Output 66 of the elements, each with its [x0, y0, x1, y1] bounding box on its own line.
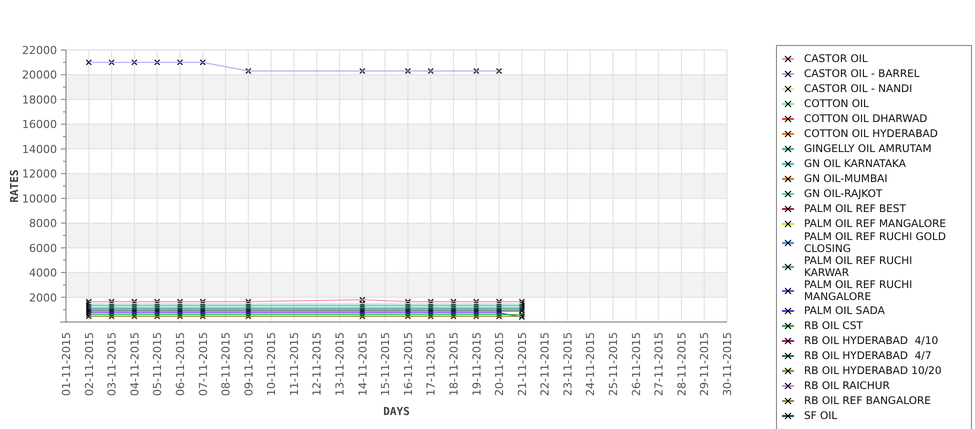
legend-label: PALM OIL SADA	[804, 304, 886, 316]
legend-label: PALM OIL REF RUCHI MANGALORE	[804, 279, 914, 303]
x-tick-label: 11-11-2015	[288, 332, 301, 396]
legend-label: GN OIL-RAJKOT	[804, 188, 884, 200]
x-tick-label: 06-11-2015	[174, 332, 187, 396]
x-tick-label: 15-11-2015	[379, 332, 392, 396]
x-tick-label: 03-11-2015	[106, 332, 119, 396]
x-tick-label: 02-11-2015	[82, 332, 96, 396]
x-tick-label: 22-11-2015	[538, 332, 552, 396]
legend-label: COTTON OIL	[804, 98, 870, 110]
x-tick-label: 21-11-2015	[516, 332, 529, 396]
x-tick-label: 14-11-2015	[356, 332, 370, 396]
legend-label: COTTON OIL DHARWAD	[804, 112, 928, 124]
x-tick-label: 07-11-2015	[196, 332, 210, 396]
y-tick-label: 8000	[29, 217, 57, 230]
y-tick-label: 6000	[29, 242, 57, 255]
x-tick-label: 29-11-2015	[698, 332, 712, 396]
x-tick-label: 13-11-2015	[334, 332, 347, 396]
x-tick-label: 08-11-2015	[220, 332, 233, 396]
x-tick-label: 09-11-2015	[242, 332, 256, 396]
x-tick-label: 18-11-2015	[447, 332, 460, 396]
x-tick-label: 20-11-2015	[493, 332, 506, 396]
x-tick-label: 01-11-2015	[60, 332, 73, 396]
x-tick-label: 12-11-2015	[310, 332, 324, 396]
legend-label: SF OIL	[804, 410, 838, 422]
legend-label: CASTOR OIL - NANDI	[804, 82, 914, 94]
legend-label: PALM OIL REF BEST	[804, 202, 907, 214]
x-tick-label: 27-11-2015	[652, 332, 666, 396]
legend-label: CASTOR OIL - BARREL	[804, 68, 921, 80]
x-tick-label: 23-11-2015	[561, 332, 574, 396]
y-tick-label: 12000	[22, 168, 57, 181]
x-tick-label: 30-11-2015	[721, 332, 734, 396]
legend-label: RB OIL REF BANGALORE	[804, 394, 932, 406]
legend-label: CASTOR OIL	[804, 52, 869, 64]
legend-label: PALM OIL REF MANGALORE	[804, 218, 948, 230]
legend-label: RB OIL HYDERABAD 10/20	[804, 364, 943, 376]
y-tick-label: 16000	[22, 118, 57, 132]
legend-label: RB OIL RAICHUR	[804, 380, 891, 392]
legend-label: COTTON OIL HYDERABAD	[804, 128, 939, 140]
x-tick-label: 16-11-2015	[402, 332, 415, 396]
y-tick-label: 20000	[22, 68, 57, 82]
x-axis-title: DAYS	[383, 405, 410, 418]
legend-label: GN OIL KARNATAKA	[804, 158, 907, 170]
x-tick-label: 19-11-2015	[470, 332, 484, 396]
x-tick-label: 05-11-2015	[151, 332, 164, 396]
y-tick-label: 4000	[29, 266, 57, 280]
y-axis-title: RATES	[8, 169, 21, 203]
y-tick-label: 22000	[22, 44, 57, 57]
legend-label: PALM OIL REF RUCHI GOLD CLOSING	[804, 231, 947, 255]
legend-label: RB OIL HYDERABAD 4/10	[804, 334, 940, 346]
legend-label: GN OIL-MUMBAI	[804, 172, 888, 184]
x-tick-label: 10-11-2015	[265, 332, 278, 396]
x-tick-label: 26-11-2015	[630, 332, 643, 396]
y-tick-label: 2000	[29, 291, 57, 304]
x-tick-label: 17-11-2015	[424, 332, 438, 396]
y-tick-label: 14000	[22, 142, 57, 156]
y-tick-label: 10000	[22, 192, 57, 206]
legend-label: PALM OIL REF RUCHI KARWAR	[804, 255, 914, 279]
legend-label: RB OIL CST	[804, 320, 864, 332]
y-tick-label: 18000	[22, 93, 57, 106]
x-tick-label: 25-11-2015	[607, 332, 620, 396]
x-tick-label: 28-11-2015	[675, 332, 688, 396]
legend-label: RB OIL HYDERABAD 4/7	[804, 350, 933, 362]
x-tick-label: 04-11-2015	[128, 332, 142, 396]
x-tick-label: 24-11-2015	[584, 332, 598, 396]
legend-label: GINGELLY OIL AMRUTAM	[804, 142, 933, 154]
